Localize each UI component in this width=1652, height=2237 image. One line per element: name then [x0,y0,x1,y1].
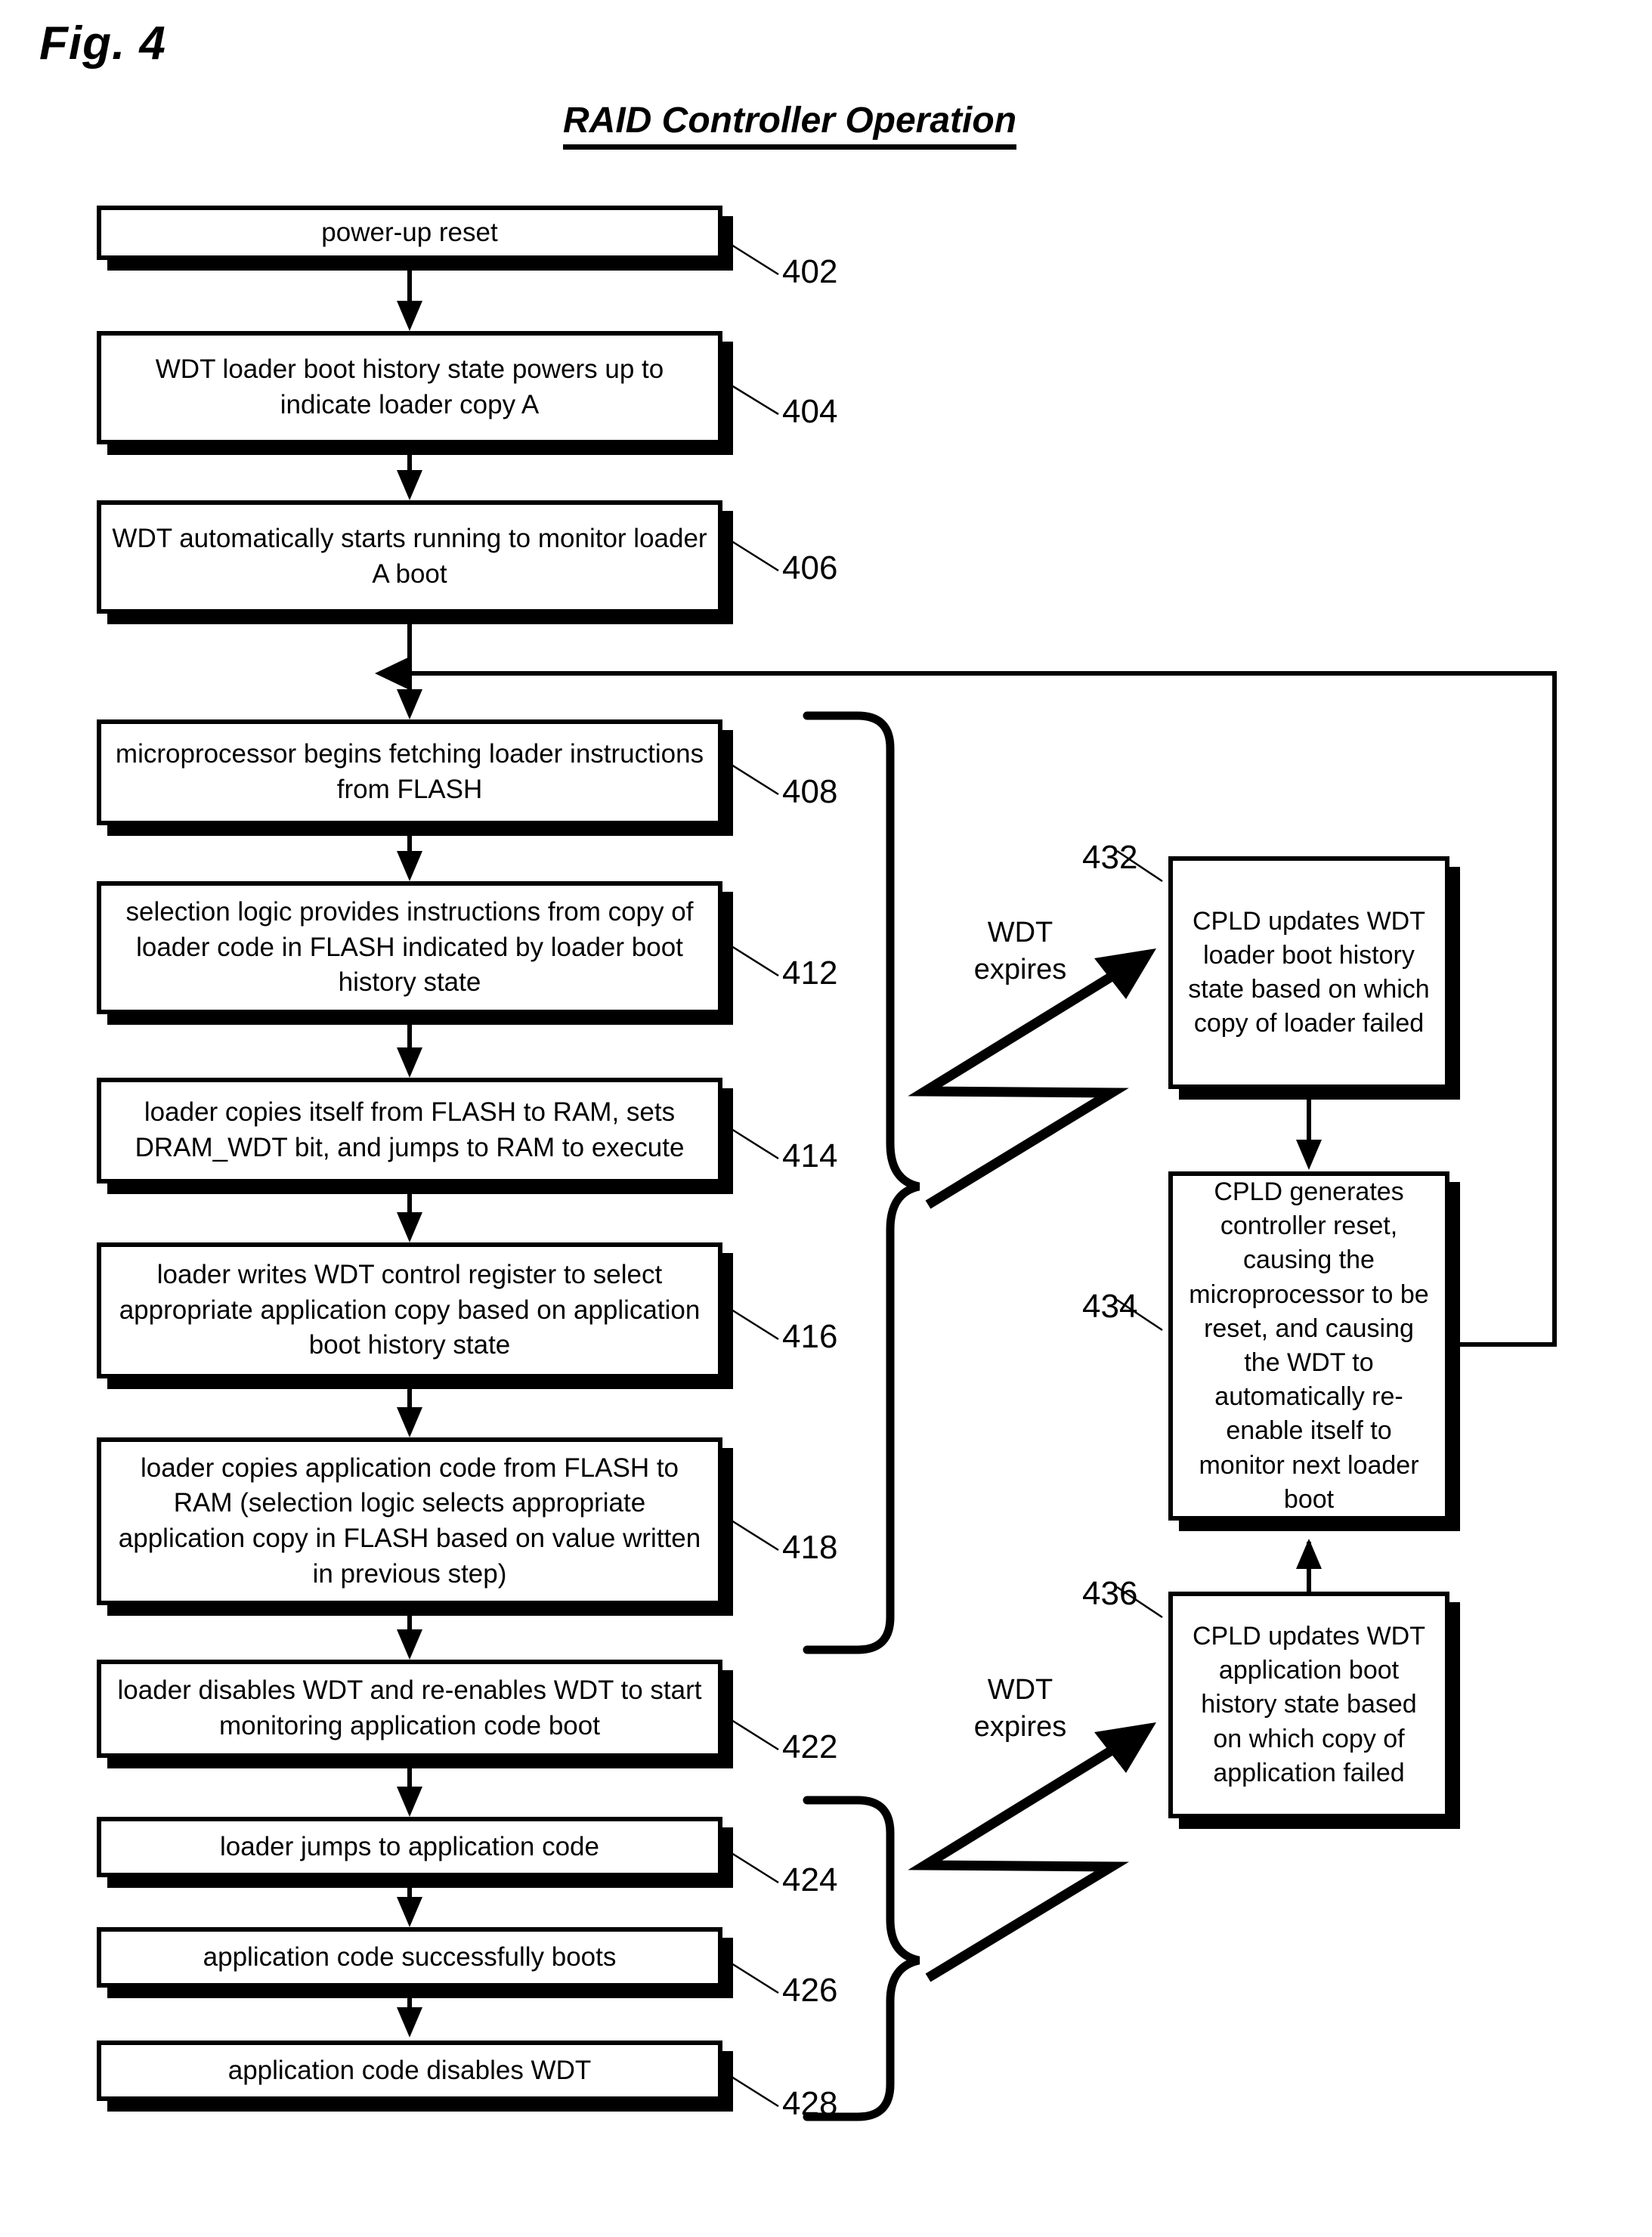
flow-node-412-label: selection logic provides instructions fr… [125,897,694,998]
reference-numeral-402: 402 [782,253,838,290]
flow-node-406: WDT automatically starts running to moni… [97,500,722,614]
reference-numeral-426: 426 [782,1972,838,2009]
reference-numeral-428: 428 [782,2085,838,2122]
reference-numeral-434: 434 [1082,1288,1138,1325]
reference-numeral-422: 422 [782,1728,838,1765]
arrowhead-424-426 [397,1897,422,1927]
figure-label: Fig. 4 [39,17,166,70]
arrowhead-436-434 [1296,1539,1322,1569]
figure-title: RAID Controller Operation [0,100,1579,150]
arrowhead-422-424 [397,1787,422,1817]
reference-numeral-406: 406 [782,549,838,586]
flow-node-426: application code successfully boots [97,1927,722,1988]
arrowhead-408-412 [397,851,422,881]
flow-node-408: microprocessor begins fetching loader in… [97,719,722,825]
flow-node-428-label: application code disables WDT [227,2055,592,2085]
flow-node-406-label: WDT automatically starts running to moni… [112,524,707,589]
reference-leader-lines [731,243,1163,2108]
reference-numeral-424: 424 [782,1861,838,1898]
brace-application-steps [803,1796,920,2121]
flow-node-422: loader disables WDT and re-enables WDT t… [97,1660,722,1758]
flow-node-408-label: microprocessor begins fetching loader in… [115,739,704,804]
feedback-loop-segment-vertical [1552,671,1557,1347]
flow-node-434: CPLD generates controller reset, causing… [1168,1171,1449,1521]
flow-node-414-label: loader copies itself from FLASH to RAM, … [135,1097,685,1162]
figure-page: Fig. 4 RAID Controller Operation power-u… [0,0,1652,2237]
flow-node-416: loader writes WDT control register to se… [97,1242,722,1378]
flow-node-428: application code disables WDT [97,2041,722,2101]
figure-title-text: RAID Controller Operation [562,100,1017,150]
flow-node-416-label: loader writes WDT control register to se… [119,1260,701,1360]
wdt-expires-loader-label: WDT expires [973,917,1067,986]
flow-node-424: loader jumps to application code [97,1817,722,1877]
arrowhead-406-408 [397,689,422,719]
brace-loader-steps [803,711,920,1654]
reference-numeral-408: 408 [782,773,838,810]
reference-numeral-404: 404 [782,393,838,430]
arrowhead-feedback-loop [375,657,410,690]
flow-node-412: selection logic provides instructions fr… [97,881,722,1014]
wdt-expires-application-arrow [908,1722,1156,1982]
flow-node-434-label: CPLD generates controller reset, causing… [1189,1177,1429,1514]
flow-node-402: power-up reset [97,206,722,260]
arrowhead-412-414 [397,1047,422,1078]
reference-numeral-432: 432 [1082,839,1138,876]
flow-node-436: CPLD updates WDT application boot histor… [1168,1592,1449,1818]
flow-node-436-label: CPLD updates WDT application boot histor… [1193,1621,1425,1787]
arrowhead-426-428 [397,2007,422,2037]
flow-node-432: CPLD updates WDT loader boot history sta… [1168,856,1449,1089]
flow-node-404-label: WDT loader boot history state powers up … [155,354,664,419]
reference-numeral-436: 436 [1082,1575,1138,1612]
wdt-expires-application-label: WDT expires [973,1674,1067,1743]
flow-node-422-label: loader disables WDT and re-enables WDT t… [117,1675,702,1740]
arrowhead-414-416 [397,1212,422,1242]
reference-numeral-414: 414 [782,1137,838,1174]
reference-numeral-418: 418 [782,1529,838,1566]
arrowhead-404-406 [397,470,422,500]
arrowhead-416-418 [397,1407,422,1437]
flow-node-418: loader copies application code from FLAS… [97,1437,722,1605]
flow-node-432-label: CPLD updates WDT loader boot history sta… [1188,906,1430,1038]
flow-node-426-label: application code successfully boots [203,1942,617,1972]
feedback-loop-segment-right [1460,1342,1557,1347]
arrowhead-402-404 [397,301,422,331]
flow-node-402-label: power-up reset [321,217,498,247]
feedback-loop-segment-top [408,671,1557,676]
flow-node-418-label: loader copies application code from FLAS… [118,1453,701,1589]
arrowhead-418-422 [397,1629,422,1660]
reference-numeral-412: 412 [782,955,838,992]
flow-node-414: loader copies itself from FLASH to RAM, … [97,1078,722,1183]
flow-node-424-label: loader jumps to application code [220,1831,599,1861]
arrowhead-432-434 [1296,1140,1322,1170]
reference-numeral-416: 416 [782,1318,838,1355]
flow-node-404: WDT loader boot history state powers up … [97,331,722,444]
